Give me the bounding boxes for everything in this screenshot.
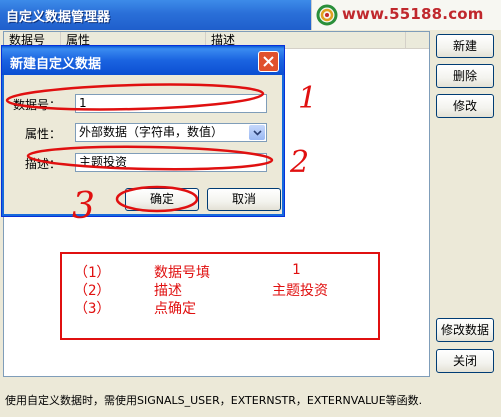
modify-button[interactable]: 修改 [436, 94, 494, 118]
instruction-value: 1 [292, 262, 301, 278]
watermark-text: www.55188.com [342, 5, 484, 23]
instruction-value: 主题投资 [272, 283, 328, 299]
dialog-body: 数据号： 1 属性： 外部数据（字符串，数值） 描述： 主题投资 确定 取消 [5, 75, 281, 213]
attribute-select[interactable]: 外部数据（字符串，数值） [75, 123, 267, 142]
close-icon [263, 56, 274, 67]
data-manager-window: 自定义数据管理器 www.55188.com 数据号 属性 描述 新建 删除 修… [0, 0, 501, 417]
instruction-action: 描述 [154, 283, 182, 299]
chevron-down-icon [252, 129, 262, 136]
modify-data-button[interactable]: 修改数据 [436, 318, 494, 342]
instruction-num: （3） [74, 301, 111, 317]
site-logo-icon [316, 4, 338, 26]
attribute-label: 属性： [24, 127, 61, 141]
instruction-num: （1） [74, 265, 111, 281]
site-watermark: www.55188.com [311, 0, 501, 30]
attribute-selected-value: 外部数据（字符串，数值） [79, 125, 224, 139]
dialog-title: 新建自定义数据 [10, 57, 102, 72]
new-custom-data-dialog: 新建自定义数据 数据号： 1 属性： 外部数据（字符串，数值） 描述： 主题投资 [1, 45, 285, 217]
instruction-action: 点确定 [154, 301, 196, 317]
dialog-titlebar[interactable]: 新建自定义数据 [2, 46, 284, 75]
new-button[interactable]: 新建 [436, 34, 494, 58]
close-button[interactable]: 关闭 [436, 349, 494, 373]
status-text: 使用自定义数据时，需使用SIGNALS_USER，EXTERNSTR，EXTER… [5, 394, 423, 407]
instruction-action: 数据号填 [154, 265, 210, 281]
window-title: 自定义数据管理器 [6, 10, 111, 25]
instruction-note-box: （1） 数据号填 1 （2） 描述 主题投资 （3） 点确定 [60, 252, 380, 340]
dropdown-arrow-button[interactable] [249, 125, 265, 140]
window-titlebar[interactable]: 自定义数据管理器 www.55188.com [0, 0, 501, 30]
number-label: 数据号： [12, 98, 61, 112]
ok-button[interactable]: 确定 [125, 188, 199, 211]
description-field[interactable]: 主题投资 [75, 153, 267, 172]
number-field[interactable]: 1 [75, 94, 267, 113]
dialog-close-button[interactable] [258, 51, 279, 72]
description-label: 描述： [24, 157, 61, 171]
cancel-button[interactable]: 取消 [207, 188, 281, 211]
delete-button[interactable]: 删除 [436, 64, 494, 88]
instruction-num: （2） [74, 283, 111, 299]
